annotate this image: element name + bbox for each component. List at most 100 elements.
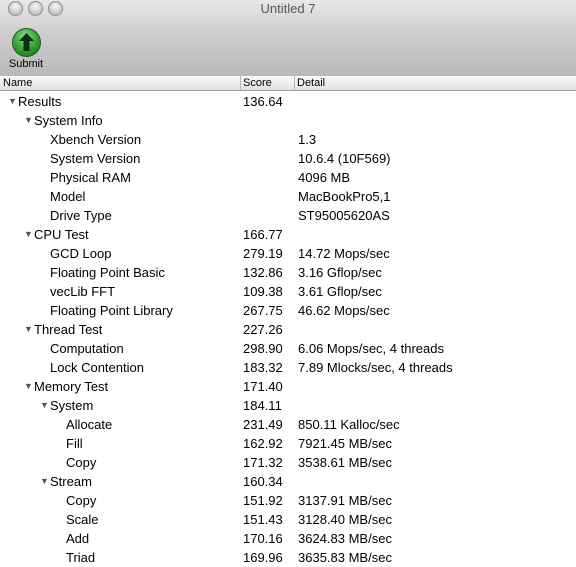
row-detail: ST95005620AS [298,208,390,223]
column-header-bar: Name Score Detail [0,76,576,91]
row-score: 151.92 [243,493,283,508]
column-header-score[interactable]: Score [240,76,295,90]
row-name: Lock Contention [50,360,144,375]
row-name: Copy [66,493,97,508]
outline-row[interactable]: ▼ System 184.11 [0,396,576,415]
row-name: Thread Test [34,322,103,337]
row-score: 267.75 [243,303,283,318]
outline-row[interactable]: Drive Type ST95005620AS [0,206,576,225]
row-name: GCD Loop [50,246,112,261]
row-detail: 10.6.4 (10F569) [298,151,391,166]
row-detail: 3128.40 MB/sec [298,512,392,527]
row-detail: 1.3 [298,132,317,147]
unified-toolbar: Untitled 7 Submit [0,0,576,77]
disclosure-triangle-icon[interactable]: ▼ [40,396,50,415]
results-outline: ▼ Results 136.64 ▼ System Info Xbench Version… [0,92,576,567]
row-detail: 4096 MB [298,170,351,185]
submit-button[interactable]: Submit [0,28,52,74]
row-name: System Version [50,151,141,166]
row-score: 231.49 [243,417,283,432]
outline-row[interactable]: System Version 10.6.4 (10F569) [0,149,576,168]
row-name: Stream [50,474,92,489]
outline-row[interactable]: Xbench Version 1.3 [0,130,576,149]
outline-row[interactable]: ▼ CPU Test 166.77 [0,225,576,244]
row-name: Memory Test [34,379,109,394]
outline-row[interactable]: Triad 169.96 3635.83 MB/sec [0,548,576,567]
outline-row[interactable]: Add 170.16 3624.83 MB/sec [0,529,576,548]
outline-row[interactable]: Floating Point Basic 132.86 3.16 Gflop/sec [0,263,576,282]
row-name: Model [50,189,86,204]
row-detail: 3624.83 MB/sec [298,531,392,546]
row-score: 160.34 [243,474,283,489]
row-detail: 850.11 Kalloc/sec [298,417,400,432]
row-detail: MacBookPro5,1 [298,189,391,204]
outline-row[interactable]: Floating Point Library 267.75 46.62 Mops/s… [0,301,576,320]
row-detail: 3538.61 MB/sec [298,455,392,470]
row-score: 227.26 [243,322,283,337]
row-score: 170.16 [243,531,283,546]
row-name: Add [66,531,90,546]
row-name: Physical RAM [50,170,131,185]
outline-row[interactable]: Physical RAM 4096 MB [0,168,576,187]
up-arrow-icon [12,28,41,57]
row-detail: 7921.45 MB/sec [298,436,392,451]
row-score: 169.96 [243,550,283,565]
outline-row[interactable]: ▼ Results 136.64 [0,92,576,111]
row-name: Computation [50,341,124,356]
outline-row[interactable]: Scale 151.43 3128.40 MB/sec [0,510,576,529]
disclosure-triangle-icon[interactable]: ▼ [24,377,34,396]
row-score: 171.40 [243,379,283,394]
row-score: 136.64 [243,94,283,109]
row-name: System Info [34,113,103,128]
row-score: 279.19 [243,246,283,261]
row-score: 183.32 [243,360,283,375]
outline-row[interactable]: Computation 298.90 6.06 Mops/sec, 4 thread… [0,339,576,358]
outline-row[interactable]: Lock Contention 183.32 7.89 Mlocks/sec, 4 … [0,358,576,377]
disclosure-triangle-icon[interactable]: ▼ [24,320,34,339]
outline-row[interactable]: vecLib FFT 109.38 3.61 Gflop/sec [0,282,576,301]
disclosure-triangle-icon[interactable]: ▼ [24,111,34,130]
outline-row[interactable]: ▼ Stream 160.34 [0,472,576,491]
column-header-name[interactable]: Name [0,76,241,90]
row-detail: 3137.91 MB/sec [298,493,392,508]
row-score: 109.38 [243,284,283,299]
row-name: CPU Test [34,227,89,242]
outline-row[interactable]: ▼ Thread Test 227.26 [0,320,576,339]
row-score: 184.11 [243,398,282,413]
outline-row[interactable]: Fill 162.92 7921.45 MB/sec [0,434,576,453]
row-score: 151.43 [243,512,283,527]
row-detail: 14.72 Mops/sec [298,246,390,261]
window-title: Untitled 7 [260,1,316,16]
outline-row[interactable]: ▼ Memory Test 171.40 [0,377,576,396]
row-name: Drive Type [50,208,112,223]
row-detail: 3.61 Gflop/sec [298,284,382,299]
row-name: Fill [66,436,83,451]
row-name: Results [18,94,62,109]
outline-row[interactable]: Copy 171.32 3538.61 MB/sec [0,453,576,472]
row-name: Xbench Version [50,132,142,147]
row-detail: 7.89 Mlocks/sec, 4 threads [298,360,453,375]
outline-row[interactable]: Model MacBookPro5,1 [0,187,576,206]
row-name: Floating Point Basic [50,265,165,280]
row-name: vecLib FFT [50,284,116,299]
disclosure-triangle-icon[interactable]: ▼ [40,472,50,491]
row-score: 166.77 [243,227,283,242]
outline-row[interactable]: GCD Loop 279.19 14.72 Mops/sec [0,244,576,263]
row-score: 162.92 [243,436,283,451]
row-name: Allocate [66,417,113,432]
xbench-window: Untitled 7 Submit Name Score Detail ▼ Res… [0,0,576,566]
row-score: 171.32 [243,455,283,470]
row-name: Triad [66,550,96,565]
outline-row[interactable]: Copy 151.92 3137.91 MB/sec [0,491,576,510]
column-header-detail[interactable]: Detail [294,76,576,90]
disclosure-triangle-icon[interactable]: ▼ [8,92,18,111]
disclosure-triangle-icon[interactable]: ▼ [24,225,34,244]
row-name: Scale [66,512,99,527]
row-detail: 46.62 Mops/sec [298,303,390,318]
row-score: 298.90 [243,341,283,356]
outline-row[interactable]: ▼ System Info [0,111,576,130]
submit-label: Submit [8,58,44,70]
row-detail: 3635.83 MB/sec [298,550,392,565]
row-score: 132.86 [243,265,283,280]
outline-row[interactable]: Allocate 231.49 850.11 Kalloc/sec [0,415,576,434]
